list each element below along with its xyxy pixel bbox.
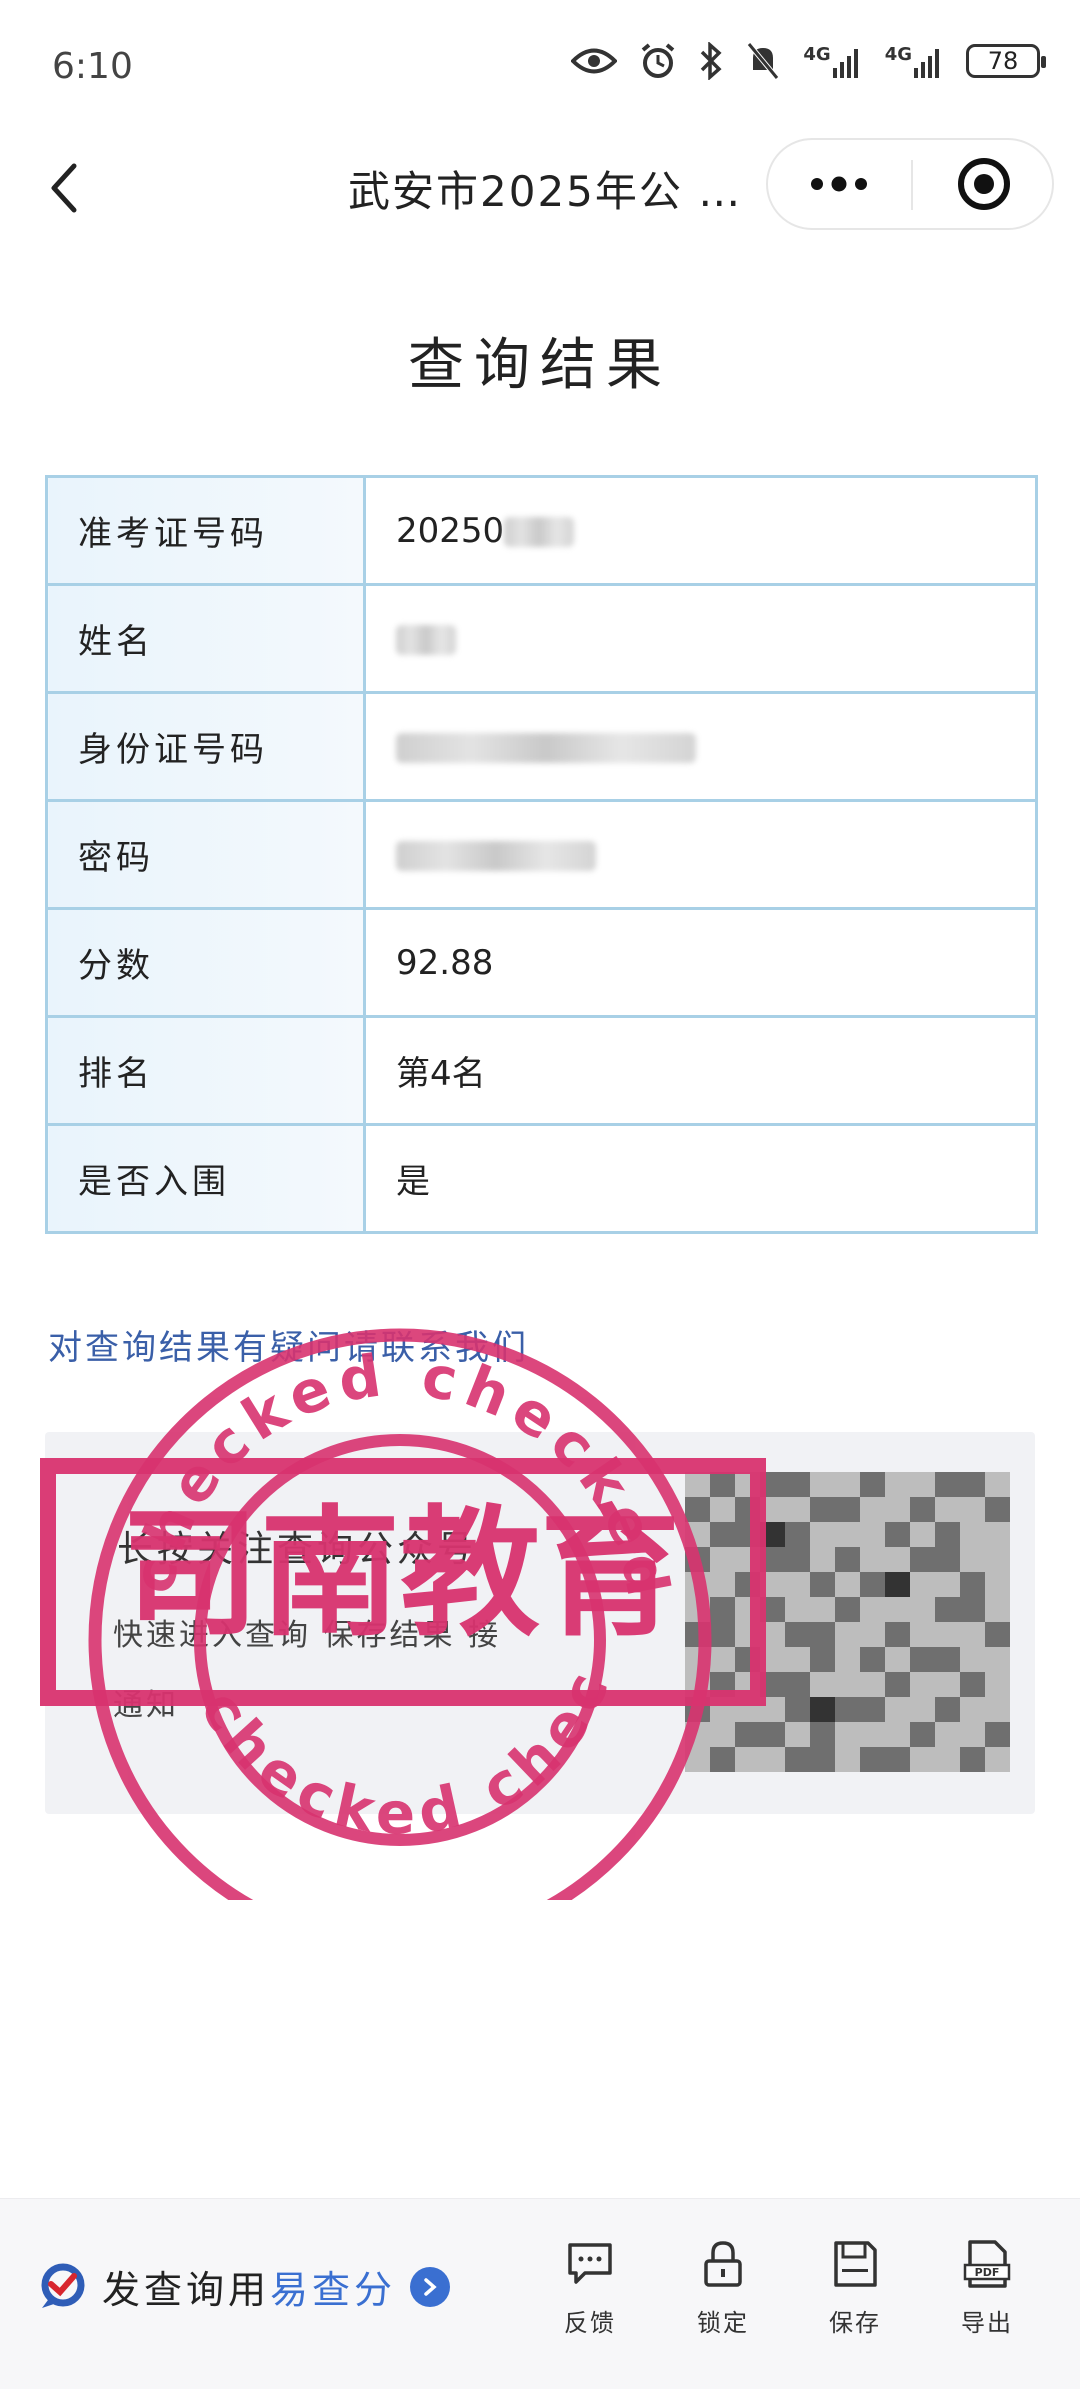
battery-icon: 78 [966, 44, 1046, 78]
chevron-left-icon [51, 163, 77, 213]
redaction-blur [396, 625, 456, 655]
bottom-bar: 发查询用易查分 反馈 锁定 保存 PDF 导出 [0, 2198, 1080, 2389]
row-label-id-number: 身份证号码 [45, 691, 366, 802]
page-title: 查询结果 [408, 333, 672, 398]
status-time: 6:10 [52, 46, 133, 87]
lock-icon [704, 2241, 742, 2287]
signal-4g-2: 4G [885, 44, 944, 78]
row-label-score: 分数 [45, 907, 366, 1018]
row-label-exam-id: 准考证号码 [45, 475, 366, 586]
brand-name: 易查分 [270, 2268, 397, 2312]
redaction-blur [396, 841, 596, 871]
signal-bars-icon [832, 49, 858, 78]
row-value-score: 92.88 [363, 907, 1038, 1018]
exam-id-value: 20250 [396, 510, 505, 551]
result-table: 准考证号码 20250 姓名 身份证号码 密码 分数 92.88 排名 第4名 … [45, 475, 1038, 1234]
target-close-icon [958, 158, 1010, 210]
status-icons: 4G 4G 78 [571, 42, 1046, 80]
chat-icon [568, 2243, 612, 2284]
table-row: 身份证号码 [45, 691, 1038, 802]
lock-label: 锁定 [697, 2309, 749, 2337]
promo-title: 长按关注查询公众号 [117, 1529, 478, 1570]
more-button[interactable] [768, 140, 910, 228]
brand-text: 发查询用易查分 [102, 2259, 396, 2314]
feedback-button[interactable]: 反馈 [545, 2239, 635, 2338]
eye-icon [571, 48, 618, 74]
save-icon [834, 2241, 877, 2287]
network-label-2: 4G [884, 44, 912, 65]
mute-bell-icon [747, 42, 780, 80]
row-value-rank: 第4名 [363, 1015, 1038, 1126]
table-row: 准考证号码 20250 [45, 475, 1038, 586]
lock-button[interactable]: 锁定 [678, 2239, 768, 2338]
row-value-exam-id: 20250 [363, 475, 1038, 586]
signal-bars-icon [914, 49, 939, 78]
alarm-icon [642, 43, 675, 78]
redaction-blur [396, 733, 696, 763]
table-row: 密码 [45, 799, 1038, 910]
row-label-shortlisted: 是否入围 [45, 1123, 366, 1234]
status-bar: 6:10 4G 4G 78 [0, 0, 1080, 130]
save-button[interactable]: 保存 [810, 2239, 900, 2338]
yichafen-logo-icon [41, 2263, 85, 2308]
save-label: 保存 [829, 2309, 881, 2337]
brand-link[interactable]: 发查询用易查分 [38, 2259, 451, 2314]
row-label-password: 密码 [45, 799, 366, 910]
signal-4g-1: 4G [803, 44, 862, 78]
table-row: 是否入围 是 [45, 1123, 1038, 1234]
miniprogram-capsule [766, 138, 1054, 230]
promo-card[interactable]: 长按关注查询公众号 快速进入查询 保存结果 接 通知 [45, 1432, 1035, 1814]
row-value-password [363, 799, 1038, 910]
brand-prefix: 发查询用 [102, 2268, 271, 2312]
capsule-divider [911, 160, 913, 210]
feedback-label: 反馈 [564, 2309, 616, 2337]
row-value-name [363, 583, 1038, 694]
row-label-name: 姓名 [45, 583, 366, 694]
table-row: 排名 第4名 [45, 1015, 1038, 1126]
nav-bar: 武安市2025年公 … [0, 130, 1080, 240]
bluetooth-icon [701, 42, 722, 80]
row-value-shortlisted: 是 [363, 1123, 1038, 1234]
network-label-1: 4G [803, 44, 831, 65]
table-row: 姓名 [45, 583, 1038, 694]
export-label: 导出 [961, 2309, 1013, 2337]
promo-line-3: 通知 [113, 1688, 179, 1723]
table-row: 分数 92.88 [45, 907, 1038, 1018]
svg-text:PDF: PDF [975, 2266, 1000, 2279]
battery-level: 78 [987, 47, 1019, 75]
promo-line-2: 快速进入查询 保存结果 接 [113, 1618, 502, 1653]
nav-title: 武安市2025年公 … [348, 167, 743, 216]
redaction-blur [504, 517, 575, 547]
more-dots-icon [811, 176, 867, 192]
chevron-right-icon [410, 2266, 451, 2307]
back-button[interactable] [40, 158, 90, 218]
close-miniprogram-button[interactable] [914, 140, 1054, 228]
pdf-icon: PDF [963, 2240, 1011, 2288]
row-label-rank: 排名 [45, 1015, 366, 1126]
contact-link[interactable]: 对查询结果有疑问请联系我们 [48, 1320, 529, 1369]
qr-code-image[interactable] [685, 1472, 1010, 1772]
export-button[interactable]: PDF 导出 [942, 2239, 1032, 2338]
row-value-id-number [363, 691, 1038, 802]
